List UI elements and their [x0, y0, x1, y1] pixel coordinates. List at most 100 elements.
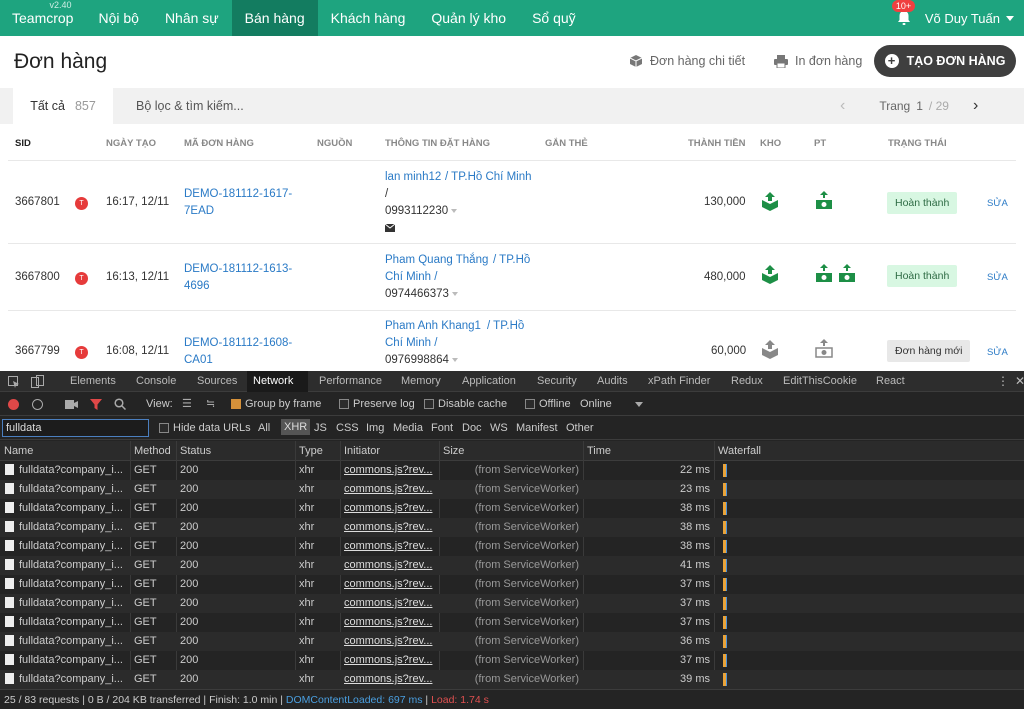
row-customer-name[interactable]: Pham Anh Khang1 [385, 320, 481, 332]
filter-type-all[interactable]: All [258, 422, 270, 434]
request-initiator[interactable]: commons.js?rev... [344, 483, 432, 495]
camera-icon[interactable] [65, 400, 78, 409]
request-row[interactable]: fulldata?company_i... GET 200 xhr commons.js… [0, 594, 1024, 613]
nav-item-cashbook[interactable]: Sổ quỹ [519, 0, 589, 36]
row-info-line3[interactable]: Chí Minh / [385, 337, 437, 349]
large-rows-icon[interactable]: ☰ [182, 397, 192, 410]
filter-type-font[interactable]: Font [431, 422, 453, 434]
request-initiator[interactable]: commons.js?rev... [344, 616, 432, 628]
row-customer-name[interactable]: lan minh12 [385, 171, 441, 183]
column-name[interactable]: Name [4, 445, 33, 457]
row-customer-city[interactable]: / TP.Hồ [493, 254, 530, 266]
column-time[interactable]: Time [587, 445, 611, 457]
preserve-log-checkbox[interactable]: Preserve log [339, 398, 415, 410]
brand[interactable]: Teamcrop v2.40 [0, 0, 85, 36]
row-code-line2[interactable]: CA01 [184, 354, 213, 366]
filter-type-manifest[interactable]: Manifest [516, 422, 558, 434]
request-initiator[interactable]: commons.js?rev... [344, 502, 432, 514]
column-status[interactable]: Status [180, 445, 211, 457]
throttling-select[interactable]: Online [580, 398, 643, 410]
prev-page-icon[interactable]: ‹ [840, 97, 845, 115]
table-row[interactable]: 3667800 T 16:13, 12/11 DEMO-181112-1613-… [8, 243, 1016, 310]
tab-all[interactable]: Tất cả 857 [13, 88, 113, 124]
row-customer-name[interactable]: Pham Quang Thắng [385, 254, 488, 266]
request-row[interactable]: fulldata?company_i... GET 200 xhr commons.js… [0, 556, 1024, 575]
devtools-tab-audits[interactable]: Audits [591, 371, 634, 392]
chevron-down-icon[interactable] [451, 291, 458, 296]
request-row[interactable]: fulldata?company_i... GET 200 xhr commons.js… [0, 480, 1024, 499]
request-row[interactable]: fulldata?company_i... GET 200 xhr commons.js… [0, 461, 1024, 480]
column-waterfall[interactable]: Waterfall [718, 445, 761, 457]
row-code-line1[interactable]: DEMO-181112-1617- [184, 188, 292, 200]
request-initiator[interactable]: commons.js?rev... [344, 578, 432, 590]
clear-icon[interactable] [32, 399, 43, 410]
edit-button[interactable]: SỬA [987, 347, 1008, 358]
devtools-tab-application[interactable]: Application [456, 371, 522, 392]
devtools-tab-memory[interactable]: Memory [395, 371, 447, 392]
nav-item-internal[interactable]: Nội bộ [85, 0, 151, 36]
edit-button[interactable]: SỬA [987, 198, 1008, 209]
edit-button[interactable]: SỬA [987, 272, 1008, 283]
request-row[interactable]: fulldata?company_i... GET 200 xhr commons.js… [0, 670, 1024, 689]
request-initiator[interactable]: commons.js?rev... [344, 597, 432, 609]
devtools-tab-security[interactable]: Security [531, 371, 583, 392]
request-row[interactable]: fulldata?company_i... GET 200 xhr commons.js… [0, 499, 1024, 518]
search-icon[interactable] [114, 398, 126, 410]
page-current[interactable]: 1 [916, 99, 923, 113]
column-initiator[interactable]: Initiator [344, 445, 380, 457]
request-initiator[interactable]: commons.js?rev... [344, 673, 432, 685]
offline-checkbox[interactable]: Offline [525, 398, 571, 410]
disable-cache-checkbox[interactable]: Disable cache [424, 398, 507, 410]
column-method[interactable]: Method [134, 445, 171, 457]
row-code-line1[interactable]: DEMO-181112-1613- [184, 263, 292, 275]
row-code-line2[interactable]: 7EAD [184, 205, 214, 217]
request-row[interactable]: fulldata?company_i... GET 200 xhr commons.js… [0, 651, 1024, 670]
devtools-tab-editthiscookie[interactable]: EditThisCookie [777, 371, 863, 392]
request-row[interactable]: fulldata?company_i... GET 200 xhr commons.js… [0, 632, 1024, 651]
user-menu[interactable]: 10+ Võ Duy Tuấn [891, 0, 1014, 36]
table-row[interactable]: 3667799 T 16:08, 12/11 DEMO-181112-1608-… [8, 310, 1016, 371]
waterfall-view-icon[interactable]: ≒ [206, 397, 215, 410]
request-row[interactable]: fulldata?company_i... GET 200 xhr commons.js… [0, 518, 1024, 537]
bell-icon[interactable]: 10+ [891, 0, 916, 26]
request-initiator[interactable]: commons.js?rev... [344, 540, 432, 552]
inspect-icon[interactable] [8, 376, 20, 388]
row-customer-city[interactable]: / TP.Hồ Chí Minh [445, 171, 532, 183]
filter-type-xhr[interactable]: XHR [281, 419, 311, 435]
request-row[interactable]: fulldata?company_i... GET 200 xhr commons.js… [0, 613, 1024, 632]
filter-type-other[interactable]: Other [566, 422, 594, 434]
row-info-line3[interactable]: Chí Minh / [385, 271, 437, 283]
print-order-button[interactable]: In đơn hàng [774, 54, 862, 68]
hide-data-urls-checkbox[interactable]: Hide data URLs [159, 422, 251, 434]
request-row[interactable]: fulldata?company_i... GET 200 xhr commons.js… [0, 537, 1024, 556]
request-initiator[interactable]: commons.js?rev... [344, 635, 432, 647]
filter-type-css[interactable]: CSS [336, 422, 359, 434]
devtools-tab-performance[interactable]: Performance [313, 371, 388, 392]
devtools-tab-redux[interactable]: Redux [725, 371, 769, 392]
row-code-line2[interactable]: 4696 [184, 280, 210, 292]
request-initiator[interactable]: commons.js?rev... [344, 464, 432, 476]
request-row[interactable]: fulldata?company_i... GET 200 xhr commons.js… [0, 575, 1024, 594]
column-size[interactable]: Size [443, 445, 464, 457]
nav-item-warehouse[interactable]: Quản lý kho [418, 0, 519, 36]
group-by-frame-checkbox[interactable]: Group by frame [231, 398, 321, 410]
filter-type-img[interactable]: Img [366, 422, 384, 434]
devtools-tab-elements[interactable]: Elements [64, 371, 122, 392]
row-customer-city[interactable]: / TP.Hồ [487, 320, 524, 332]
request-initiator[interactable]: commons.js?rev... [344, 654, 432, 666]
request-initiator[interactable]: commons.js?rev... [344, 559, 432, 571]
nav-item-customers[interactable]: Khách hàng [318, 0, 419, 36]
close-icon[interactable]: ✕ [1015, 374, 1024, 388]
nav-item-sales[interactable]: Bán hàng [231, 0, 318, 36]
more-menu-icon[interactable]: ⋮ [997, 374, 1009, 388]
devtools-tab-sources[interactable]: Sources [191, 371, 243, 392]
nav-item-hr[interactable]: Nhân sự [152, 0, 232, 36]
next-page-icon[interactable]: › [973, 97, 978, 115]
filter-input[interactable]: fulldata [2, 419, 149, 437]
order-detail-button[interactable]: Đơn hàng chi tiết [629, 54, 745, 68]
devtools-tab-network[interactable]: Network [247, 371, 308, 392]
devtools-tab-react[interactable]: React [870, 371, 911, 392]
filter-type-doc[interactable]: Doc [462, 422, 482, 434]
filter-icon[interactable] [90, 399, 102, 410]
create-order-button[interactable]: + TẠO ĐƠN HÀNG [874, 45, 1016, 77]
